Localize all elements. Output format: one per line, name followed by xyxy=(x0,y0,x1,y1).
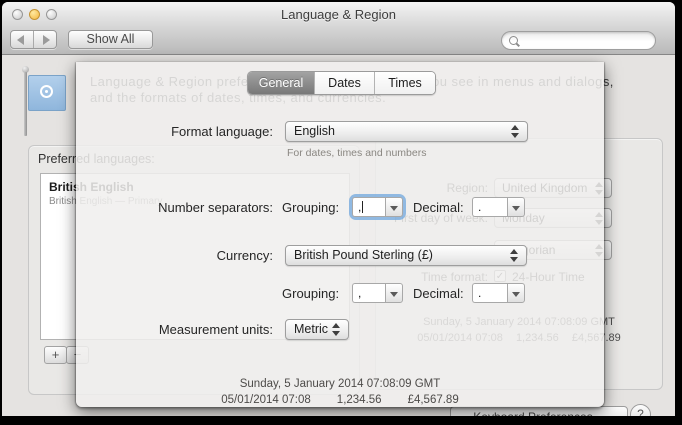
decimal-label: Decimal: xyxy=(413,200,464,215)
dropdown-arrow-icon[interactable] xyxy=(385,283,403,303)
preferences-window: Language & Region Show All Language & Re… xyxy=(2,2,675,416)
currency-label: Currency: xyxy=(216,248,273,263)
currency-decimal-label: Decimal: xyxy=(413,286,464,301)
tab-dates[interactable]: Dates xyxy=(314,72,374,94)
sheet-preview-line2: 05/01/2014 07:08 1,234.56 £4,567.89 xyxy=(76,394,604,406)
currency-grouping-combo[interactable]: , xyxy=(352,283,403,303)
formats-sheet: General Dates Times Format language: Eng… xyxy=(76,62,604,407)
preview-date: 05/01/2014 07:08 xyxy=(221,394,311,406)
text-caret xyxy=(362,201,364,213)
dropdown-arrow-icon[interactable] xyxy=(385,197,403,217)
sheet-tabs: General Dates Times xyxy=(247,71,436,95)
format-language-note: For dates, times and numbers xyxy=(287,147,427,159)
measurement-units-label: Measurement units: xyxy=(158,322,273,337)
add-language-button[interactable]: + xyxy=(44,346,67,364)
grouping-combo[interactable]: , xyxy=(352,197,403,217)
keyboard-preferences-button[interactable]: Keyboard Preferences… xyxy=(450,406,628,416)
dropdown-arrow-icon[interactable] xyxy=(507,197,525,217)
stepper-icon xyxy=(511,125,520,138)
decimal-combo[interactable]: . xyxy=(472,197,525,217)
format-language-label: Format language: xyxy=(171,124,273,139)
number-separators-label: Number separators: xyxy=(158,200,273,215)
preview-number: 1,234.56 xyxy=(336,394,382,406)
currency-popup[interactable]: British Pound Sterling (£) xyxy=(285,245,527,266)
un-flag-icon xyxy=(28,75,66,111)
sheet-preview-line1: Sunday, 5 January 2014 07:08:09 GMT xyxy=(239,378,441,390)
measurement-units-popup[interactable]: Metric xyxy=(285,319,349,340)
currency-decimal-combo[interactable]: . xyxy=(472,283,525,303)
help-button[interactable]: ? xyxy=(630,404,651,416)
tab-general[interactable]: General xyxy=(248,72,314,94)
tab-times[interactable]: Times xyxy=(374,72,435,94)
currency-grouping-label: Grouping: xyxy=(282,286,340,301)
stepper-icon xyxy=(332,323,341,336)
format-language-popup[interactable]: English xyxy=(285,121,528,142)
dropdown-arrow-icon[interactable] xyxy=(507,283,525,303)
preview-currency: £4,567.89 xyxy=(407,394,459,406)
grouping-label: Grouping: xyxy=(282,200,340,215)
flag-pole xyxy=(24,72,27,136)
stepper-icon xyxy=(510,249,519,262)
